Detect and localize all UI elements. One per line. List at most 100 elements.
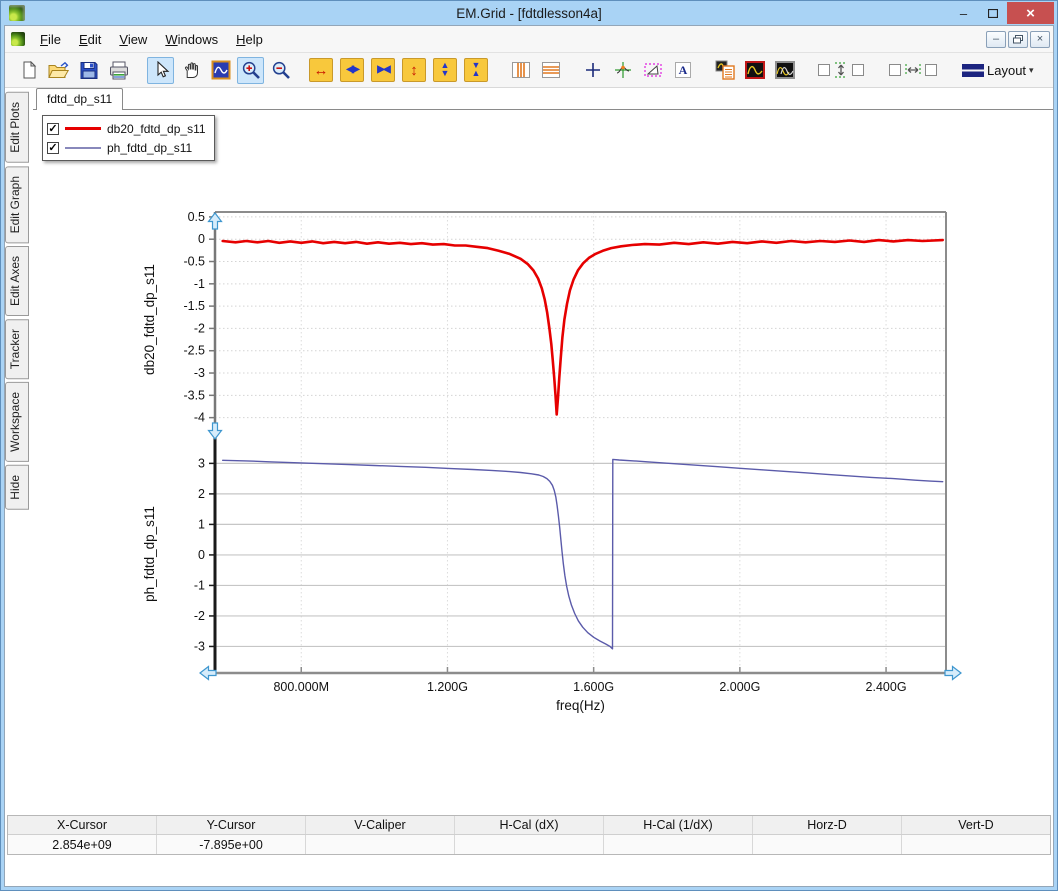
svg-text:-1.5: -1.5 [183, 299, 205, 313]
expand-y-button[interactable]: ↕ [402, 58, 426, 82]
open-file-icon [48, 61, 69, 78]
app-window: EM.Grid - [fdtdlesson4a] – × File Edit Vie… [0, 0, 1058, 891]
expand-y-icon: ↕ [410, 61, 418, 79]
maximize-icon[interactable] [978, 2, 1007, 24]
legend-label: ph_fdtd_dp_s11 [107, 140, 193, 155]
status-label-v-caliper: V-Caliper [306, 816, 455, 834]
print-icon [109, 61, 128, 79]
sidebar-tab-hide[interactable]: Hide [5, 465, 29, 510]
svg-text:freq(Hz): freq(Hz) [556, 698, 605, 713]
close-icon[interactable]: × [1007, 2, 1054, 24]
tracker-icon [614, 62, 631, 78]
chart-series [221, 238, 945, 650]
legend-checkbox-db20[interactable]: ✓ [47, 122, 59, 135]
status-label-horz-d: Horz-D [753, 816, 902, 834]
save-file-button[interactable] [75, 57, 102, 84]
svg-text:-1: -1 [194, 578, 205, 592]
plot-legend: ✓ db20_fdtd_dp_s11 ✓ ph_fdtd_dp_s11 [42, 115, 215, 161]
svg-text:-3: -3 [194, 639, 205, 653]
status-label-h-cal-dx-: H-Cal (dX) [455, 816, 604, 834]
select-pointer-button[interactable] [147, 56, 174, 84]
compress-y-button[interactable]: ▼ ▲ [464, 58, 488, 82]
compress-y-icon: ▼ ▲ [471, 60, 481, 78]
svg-text:-3: -3 [194, 366, 205, 380]
restore-glyph [1013, 34, 1023, 43]
pan-hand-button[interactable] [177, 57, 204, 84]
trace-overlay-icon [774, 61, 795, 79]
mdi-close-icon[interactable]: × [1030, 30, 1050, 48]
h-caliper-checkbox-right[interactable] [925, 64, 937, 76]
h-caliper-checkbox-left[interactable] [889, 64, 901, 76]
mdi-restore-icon[interactable] [1008, 30, 1028, 48]
status-value-v-caliper [306, 835, 455, 854]
sidebar-tab-workspace[interactable]: Workspace [5, 382, 29, 463]
svg-text:-0.5: -0.5 [183, 255, 205, 269]
shrink-x-icon: ◀▶ [346, 64, 359, 75]
status-value-y-cursor: -7.895e+00 [157, 835, 306, 854]
svg-text:-2: -2 [194, 609, 205, 623]
open-file-button[interactable] [45, 57, 72, 84]
caliper-button[interactable] [639, 57, 666, 84]
plot-panel: 800.000M 1.200G 1.600G 2.000G 2.400G freq(Hz)… [33, 88, 1053, 815]
tab-fdtd-dp-s11[interactable]: fdtd_dp_s11 [36, 88, 124, 110]
menu-windows[interactable]: Windows [156, 28, 227, 51]
shrink-x-button[interactable]: ◀▶ [340, 58, 364, 82]
svg-text:1.200G: 1.200G [427, 680, 468, 694]
svg-text:0: 0 [198, 548, 205, 562]
document-tabstrip: fdtd_dp_s11 [33, 88, 1053, 110]
v-caliper-toggles-button[interactable] [813, 57, 869, 84]
vertical-markers-button[interactable] [507, 57, 534, 84]
title-bar: EM.Grid - [fdtdlesson4a] – × [4, 1, 1054, 25]
print-button[interactable] [105, 57, 132, 84]
sidebar-tab-edit-axes[interactable]: Edit Axes [5, 246, 29, 317]
svg-text:2: 2 [198, 487, 205, 501]
menu-view[interactable]: View [110, 28, 156, 51]
svg-text:-4: -4 [194, 411, 205, 425]
menu-help[interactable]: Help [227, 28, 272, 51]
chart-gridlines [215, 212, 946, 673]
svg-text:-2.5: -2.5 [183, 344, 205, 358]
copy-plot-icon [715, 60, 735, 80]
svg-text:1: 1 [198, 517, 205, 531]
toolbar: ↔ ◀▶ ▶◀ ↕ ▲ ▼ ▼ ▲ A Layout ▾ [5, 53, 1053, 88]
legend-line-swatch [65, 146, 101, 149]
horizontal-markers-button[interactable] [537, 57, 564, 84]
expand-x-button[interactable]: ↔ [309, 58, 333, 82]
sidebar-tab-tracker[interactable]: Tracker [5, 319, 29, 380]
menu-file[interactable]: File [31, 28, 70, 51]
h-caliper-toggles-button[interactable] [884, 57, 942, 84]
legend-label: db20_fdtd_dp_s11 [107, 121, 206, 136]
new-document-button[interactable] [15, 57, 42, 84]
trace-overlay-button[interactable] [771, 57, 798, 84]
minimize-icon[interactable]: – [949, 2, 978, 24]
svg-text:-2: -2 [194, 321, 205, 335]
text-label-button[interactable]: A [669, 57, 696, 84]
mdi-minimize-icon[interactable]: – [986, 30, 1006, 48]
sidebar-tab-edit-graph[interactable]: Edit Graph [5, 165, 29, 244]
svg-text:1.600G: 1.600G [573, 680, 614, 694]
series-ph_fdtd_dp_s11 [221, 458, 944, 650]
shrink-y-button[interactable]: ▲ ▼ [433, 58, 457, 82]
maximize-glyph [987, 8, 998, 18]
layout-label: Layout [987, 62, 1027, 78]
v-caliper-checkbox-left[interactable] [818, 64, 830, 76]
sidebar-tab-edit-plots[interactable]: Edit Plots [5, 92, 29, 163]
layout-menu-button[interactable]: Layout ▾ [957, 57, 1039, 84]
zoom-window-button[interactable] [207, 57, 234, 84]
legend-item: ✓ ph_fdtd_dp_s11 [47, 138, 206, 157]
crosshair-icon [585, 63, 600, 77]
tracker-button[interactable] [609, 57, 636, 84]
crosshair-button[interactable] [579, 57, 606, 84]
zoom-out-button[interactable] [267, 57, 294, 84]
chart-svg[interactable]: 800.000M 1.200G 1.600G 2.000G 2.400G freq(Hz)… [33, 88, 1054, 818]
status-value-h-cal-dx- [455, 835, 604, 854]
trace-single-button[interactable] [741, 57, 768, 84]
v-caliper-checkbox-right[interactable] [852, 64, 864, 76]
menu-edit[interactable]: Edit [70, 28, 110, 51]
zoom-in-button[interactable] [237, 56, 264, 84]
copy-plot-button[interactable] [711, 57, 738, 84]
new-document-icon [23, 61, 36, 79]
status-value-row: 2.854e+09 -7.895e+00 [8, 835, 1050, 854]
legend-checkbox-ph[interactable]: ✓ [47, 141, 59, 154]
compress-x-button[interactable]: ▶◀ [371, 58, 395, 82]
